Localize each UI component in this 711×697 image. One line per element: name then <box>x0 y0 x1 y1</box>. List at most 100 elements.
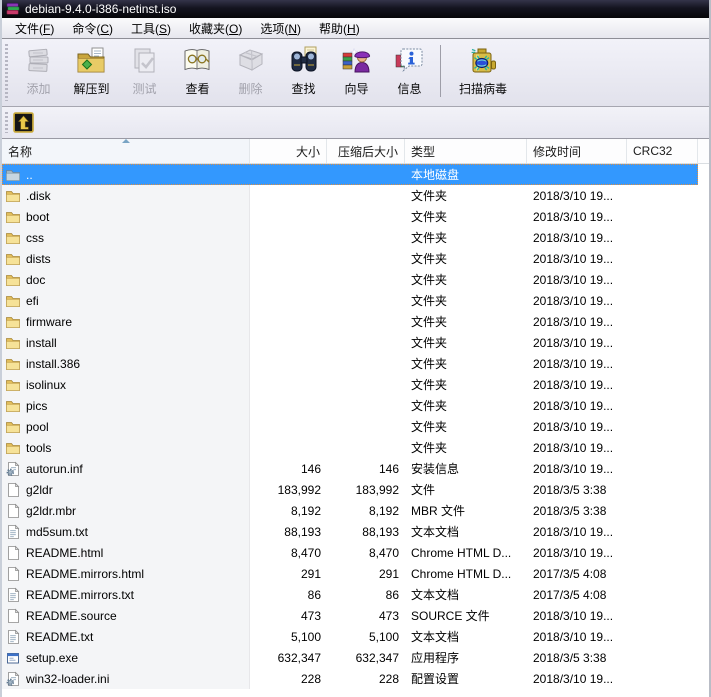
address-toolbar <box>2 107 709 139</box>
file-type: MBR 文件 <box>411 504 466 518</box>
file-modified: 2018/3/5 3:38 <box>533 650 607 665</box>
file-type: 文本文档 <box>411 630 460 644</box>
column-header-label: 压缩后大小 <box>337 144 398 159</box>
file-modified: 2018/3/10 19... <box>533 671 614 686</box>
menu-item-options[interactable]: 选项(N) <box>251 18 310 39</box>
folder-icon <box>5 314 21 330</box>
file-row[interactable]: pool 文件夹 2018/3/10 19... <box>2 416 698 437</box>
file-row[interactable]: isolinux 文件夹 2018/3/10 19... <box>2 374 698 395</box>
file-gear-icon <box>5 671 21 687</box>
file-row[interactable]: install 文件夹 2018/3/10 19... <box>2 332 698 353</box>
delete-icon <box>233 43 269 79</box>
file-row[interactable]: install.386 文件夹 2018/3/10 19... <box>2 353 698 374</box>
file-row[interactable]: win32-loader.ini 228 228 配置设置 2018/3/10 19..… <box>2 668 698 689</box>
column-header-name[interactable]: 名称 <box>2 139 250 163</box>
up-one-level-button[interactable] <box>11 111 35 135</box>
info-button[interactable]: 信息 <box>383 42 436 97</box>
file-row[interactable]: README.html 8,470 8,470 Chrome HTML D... 201… <box>2 542 698 563</box>
wizard-icon <box>339 43 375 79</box>
file-row[interactable]: README.source 473 473 SOURCE 文件 2018/3/10 19… <box>2 605 698 626</box>
file-name: win32-loader.ini <box>26 671 110 686</box>
file-modified: 2018/3/10 19... <box>533 209 614 224</box>
file-modified: 2018/3/10 19... <box>533 251 614 266</box>
file-row[interactable]: tools 文件夹 2018/3/10 19... <box>2 437 698 458</box>
file-modified: 2018/3/10 19... <box>533 230 614 245</box>
column-header-size[interactable]: 大小 <box>250 139 327 163</box>
file-name: css <box>26 230 44 245</box>
file-type: 文件夹 <box>411 378 448 392</box>
folder-icon <box>5 335 21 351</box>
file-row[interactable]: md5sum.txt 88,193 88,193 文本文档 2018/3/10 19..… <box>2 521 698 542</box>
file-modified: 2018/3/10 19... <box>533 356 614 371</box>
toolbar: 添加 解压到 测试 查看 删除 查找 向导 信息 扫描病毒 <box>2 39 709 107</box>
file-row[interactable]: .disk 文件夹 2018/3/10 19... <box>2 185 698 206</box>
file-row[interactable]: autorun.inf 146 146 安装信息 2018/3/10 19... <box>2 458 698 479</box>
file-row[interactable]: README.mirrors.txt 86 86 文本文档 2017/3/5 4:08 <box>2 584 698 605</box>
menu-item-tools[interactable]: 工具(S) <box>122 18 180 39</box>
file-name: install <box>26 335 57 350</box>
file-name: dists <box>26 251 51 266</box>
extract-to-button[interactable]: 解压到 <box>65 42 118 97</box>
file-row[interactable]: setup.exe 632,347 632,347 应用程序 2018/3/5 3:38 <box>2 647 698 668</box>
file-row[interactable]: pics 文件夹 2018/3/10 19... <box>2 395 698 416</box>
winrar-app-icon[interactable] <box>6 2 20 16</box>
wizard-label: 向导 <box>344 82 369 96</box>
file-name: pics <box>26 398 48 413</box>
file-list-view: 名称 大小 压缩后大小 类型 修改时间 CRC32 .. 本地磁盘 .disk 文件夹 2018/… <box>2 139 709 689</box>
test-button[interactable]: 测试 <box>118 42 171 97</box>
info-icon <box>392 43 428 79</box>
file-type: 文件夹 <box>411 294 448 308</box>
file-row[interactable]: firmware 文件夹 2018/3/10 19... <box>2 311 698 332</box>
file-modified: 2017/3/5 4:08 <box>533 566 607 581</box>
menu-item-commands[interactable]: 命令(C) <box>63 18 122 39</box>
file-name: .disk <box>26 188 51 203</box>
file-modified: 2018/3/10 19... <box>533 377 614 392</box>
info-label: 信息 <box>397 82 422 96</box>
file-type: 应用程序 <box>411 651 460 665</box>
menu-item-favorites[interactable]: 收藏夹(O) <box>180 18 251 39</box>
delete-button[interactable]: 删除 <box>224 42 277 97</box>
folder-icon <box>5 398 21 414</box>
file-packed-size: 8,470 <box>368 545 399 560</box>
file-row[interactable]: README.mirrors.html 291 291 Chrome HTML D..… <box>2 563 698 584</box>
file-row[interactable]: boot 文件夹 2018/3/10 19... <box>2 206 698 227</box>
menu-item-help[interactable]: 帮助(H) <box>310 18 369 39</box>
file-row[interactable]: efi 文件夹 2018/3/10 19... <box>2 290 698 311</box>
folder-icon <box>5 272 21 288</box>
view-button[interactable]: 查看 <box>171 42 224 97</box>
column-header-label: 修改时间 <box>533 144 582 159</box>
column-header-packed[interactable]: 压缩后大小 <box>327 139 405 163</box>
column-header-crc32[interactable]: CRC32 <box>627 139 698 163</box>
file-row[interactable]: README.txt 5,100 5,100 文本文档 2018/3/10 19... <box>2 626 698 647</box>
file-row[interactable]: g2ldr 183,992 183,992 文件 2018/3/5 3:38 <box>2 479 698 500</box>
file-row[interactable]: dists 文件夹 2018/3/10 19... <box>2 248 698 269</box>
column-header-type[interactable]: 类型 <box>405 139 527 163</box>
file-packed-size: 632,347 <box>355 650 399 665</box>
file-name: autorun.inf <box>26 461 83 476</box>
file-type: Chrome HTML D... <box>411 566 512 581</box>
add-button[interactable]: 添加 <box>12 42 65 97</box>
file-row[interactable]: doc 文件夹 2018/3/10 19... <box>2 269 698 290</box>
file-name: pool <box>26 419 49 434</box>
file-packed-size: 291 <box>378 566 399 581</box>
menu-item-file[interactable]: 文件(F) <box>6 18 63 39</box>
wizard-button[interactable]: 向导 <box>330 42 383 97</box>
column-header-row: 名称 大小 压缩后大小 类型 修改时间 CRC32 <box>2 139 709 164</box>
file-type: 文件夹 <box>411 441 448 455</box>
file-row[interactable]: g2ldr.mbr 8,192 8,192 MBR 文件 2018/3/5 3:38 <box>2 500 698 521</box>
file-gear-icon <box>5 461 21 477</box>
file-type: 文件夹 <box>411 357 448 371</box>
file-name: efi <box>26 293 39 308</box>
add-icon <box>21 43 57 79</box>
add-label: 添加 <box>26 82 51 96</box>
scan-virus-button[interactable]: 扫描病毒 <box>451 42 515 97</box>
file-packed-size: 5,100 <box>368 629 399 644</box>
file-row[interactable]: css 文件夹 2018/3/10 19... <box>2 227 698 248</box>
file-row[interactable]: .. 本地磁盘 <box>2 164 698 185</box>
file-size: 86 <box>307 587 321 602</box>
file-type: SOURCE 文件 <box>411 609 490 623</box>
find-button[interactable]: 查找 <box>277 42 330 97</box>
file-packed-size: 183,992 <box>355 482 399 497</box>
file-name: README.html <box>26 545 104 560</box>
column-header-modified[interactable]: 修改时间 <box>527 139 627 163</box>
